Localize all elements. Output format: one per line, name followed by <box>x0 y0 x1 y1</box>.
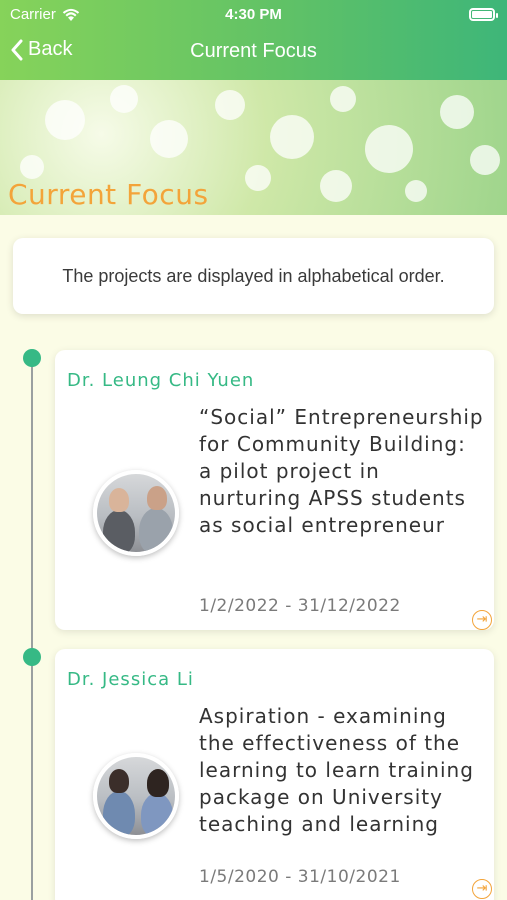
sort-notice-text: The projects are displayed in alphabetic… <box>62 265 445 286</box>
nav-title: Current Focus <box>190 40 317 62</box>
timeline-dot <box>23 648 41 666</box>
avatar <box>93 470 179 556</box>
project-dates: 1/5/2020 - 31/10/2021 <box>199 867 401 887</box>
project-title: Aspiration - examining the effectiveness… <box>199 704 474 836</box>
battery-icon <box>469 8 498 21</box>
project-card[interactable]: Dr. Jessica Li Aspiration - examining th… <box>55 649 494 900</box>
project-title: “Social” Entrepreneurship for Community … <box>199 405 484 537</box>
timeline-dot <box>23 349 41 367</box>
sort-notice: The projects are displayed in alphabetic… <box>13 238 494 314</box>
project-card[interactable]: Dr. Leung Chi Yuen “Social” Entrepreneur… <box>55 350 494 630</box>
status-bar: Carrier 4:30 PM <box>0 6 507 24</box>
arrow-right-circle-icon[interactable]: ⇥ <box>472 879 492 899</box>
project-dates: 1/2/2022 - 31/12/2022 <box>199 596 401 616</box>
arrow-right-circle-icon[interactable]: ⇥ <box>472 610 492 630</box>
banner-title: Current Focus <box>8 178 209 211</box>
navigation-bar: Back Current Focus <box>0 36 507 70</box>
status-time: 4:30 PM <box>225 6 282 23</box>
top-bar: Carrier 4:30 PM Back Current Focus <box>0 0 507 80</box>
timeline-line <box>31 358 33 900</box>
project-lead-name: Dr. Leung Chi Yuen <box>67 370 255 391</box>
avatar <box>93 753 179 839</box>
header-banner: Current Focus <box>0 80 507 215</box>
project-lead-name: Dr. Jessica Li <box>67 669 194 690</box>
